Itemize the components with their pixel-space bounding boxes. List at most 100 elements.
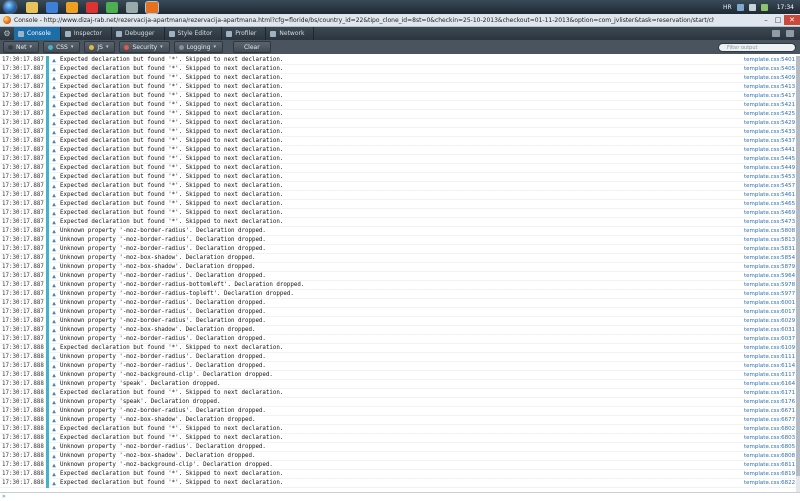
- source-link[interactable]: template.css:5421: [744, 102, 796, 108]
- source-link[interactable]: template.css:6803: [744, 435, 796, 441]
- tab-profiler[interactable]: Profiler: [222, 27, 267, 40]
- source-link[interactable]: template.css:5405: [744, 66, 796, 72]
- source-link[interactable]: template.css:5437: [744, 138, 796, 144]
- source-link[interactable]: template.css:5977: [744, 291, 796, 297]
- filter-css-button[interactable]: CSS ▾: [43, 41, 81, 53]
- filter-security-button[interactable]: Security ▾: [119, 41, 170, 53]
- source-link[interactable]: template.css:5879: [744, 264, 796, 270]
- console-input[interactable]: »: [0, 492, 800, 500]
- minimize-button[interactable]: –: [760, 15, 772, 25]
- source-link[interactable]: template.css:6805: [744, 444, 796, 450]
- settings-app-icon[interactable]: [126, 1, 138, 13]
- source-link[interactable]: template.css:6822: [744, 480, 796, 486]
- message-text: Unknown property '-moz-box-shadow'. Decl…: [60, 453, 256, 459]
- timestamp: 17:30:17.887: [2, 291, 44, 297]
- source-link[interactable]: template.css:6811: [744, 462, 796, 468]
- source-link[interactable]: template.css:6802: [744, 426, 796, 432]
- source-link[interactable]: template.css:6677: [744, 417, 796, 423]
- timestamp: 17:30:17.888: [2, 453, 44, 459]
- css-category-marker: [46, 442, 49, 452]
- filter-js-button[interactable]: JS ▾: [84, 41, 116, 53]
- start-button[interactable]: [4, 1, 16, 13]
- message-text: Unknown property '-moz-border-radius-top…: [60, 291, 294, 297]
- source-link[interactable]: template.css:6819: [744, 471, 796, 477]
- scrollbar-thumb[interactable]: [796, 56, 800, 476]
- toolbox-tabbar: ⚙ Console Inspector Debugger Style Editor Pr…: [0, 27, 800, 40]
- source-link[interactable]: template.css:5461: [744, 192, 796, 198]
- source-link[interactable]: template.css:6031: [744, 327, 796, 333]
- source-link[interactable]: template.css:6017: [744, 309, 796, 315]
- close-button[interactable]: ✕: [784, 15, 800, 25]
- filter-output-input[interactable]: Filter output: [718, 42, 796, 52]
- tab-debugger[interactable]: Debugger: [112, 27, 165, 40]
- source-link[interactable]: template.css:5808: [744, 228, 796, 234]
- clock[interactable]: 17:34: [777, 4, 794, 11]
- gear-icon[interactable]: ⚙: [0, 29, 14, 38]
- tab-console[interactable]: Console: [14, 27, 61, 40]
- console-row: 17:30:17.887 ▲ Unknown property '-moz-bord…: [0, 289, 796, 299]
- source-link[interactable]: template.css:5964: [744, 273, 796, 279]
- message-text: Unknown property '-moz-border-radius'. D…: [60, 363, 266, 369]
- clear-button[interactable]: Clear: [232, 41, 271, 53]
- source-link[interactable]: template.css:5457: [744, 183, 796, 189]
- explorer-app-icon[interactable]: [26, 1, 38, 13]
- source-link[interactable]: template.css:5469: [744, 210, 796, 216]
- files-app-icon[interactable]: [66, 1, 78, 13]
- source-link[interactable]: template.css:5813: [744, 237, 796, 243]
- network-icon[interactable]: [736, 3, 744, 11]
- source-link[interactable]: template.css:5445: [744, 156, 796, 162]
- tab-network[interactable]: Network: [266, 27, 315, 40]
- source-link[interactable]: template.css:6001: [744, 300, 796, 306]
- warning-icon: ▲: [52, 254, 56, 262]
- source-link[interactable]: template.css:6671: [744, 408, 796, 414]
- source-link[interactable]: template.css:6171: [744, 390, 796, 396]
- message-text: Expected declaration but found '*'. Skip…: [60, 471, 284, 477]
- maximize-button[interactable]: □: [772, 15, 784, 25]
- close-toolbox-icon[interactable]: [786, 30, 794, 37]
- source-link[interactable]: template.css:6808: [744, 453, 796, 459]
- source-link[interactable]: template.css:5453: [744, 174, 796, 180]
- filter-logging-button[interactable]: Logging ▾: [173, 41, 223, 53]
- firefox-app-icon[interactable]: [145, 0, 159, 14]
- source-link[interactable]: template.css:6164: [744, 381, 796, 387]
- console-row: 17:30:17.888 ▲ Expected declaration but fo…: [0, 469, 796, 479]
- tab-label: Console: [27, 30, 51, 37]
- css-category-marker: [46, 181, 49, 191]
- source-link[interactable]: template.css:6109: [744, 345, 796, 351]
- tab-style-editor[interactable]: Style Editor: [165, 27, 223, 40]
- source-link[interactable]: template.css:5429: [744, 120, 796, 126]
- source-link[interactable]: template.css:5465: [744, 201, 796, 207]
- source-link[interactable]: template.css:6114: [744, 363, 796, 369]
- source-link[interactable]: template.css:5413: [744, 84, 796, 90]
- message-text: Unknown property '-moz-box-shadow'. Decl…: [60, 255, 256, 261]
- message-text: Expected declaration but found '*'. Skip…: [60, 165, 284, 171]
- source-link[interactable]: template.css:5401: [744, 57, 796, 63]
- source-link[interactable]: template.css:5978: [744, 282, 796, 288]
- source-link[interactable]: template.css:5425: [744, 111, 796, 117]
- source-link[interactable]: template.css:5417: [744, 93, 796, 99]
- source-link[interactable]: template.css:6037: [744, 336, 796, 342]
- source-link[interactable]: template.css:6029: [744, 318, 796, 324]
- source-link[interactable]: template.css:5854: [744, 255, 796, 261]
- filter-label: JS: [97, 43, 103, 51]
- source-link[interactable]: template.css:5449: [744, 165, 796, 171]
- media-app-icon[interactable]: [46, 1, 58, 13]
- tab-inspector[interactable]: Inspector: [61, 27, 112, 40]
- dock-icon[interactable]: [772, 30, 780, 37]
- source-link[interactable]: template.css:6117: [744, 372, 796, 378]
- chevron-down-icon: ▾: [160, 44, 163, 50]
- battery-icon[interactable]: [760, 3, 768, 11]
- source-link[interactable]: template.css:5409: [744, 75, 796, 81]
- chrome-app-icon[interactable]: [106, 1, 118, 13]
- filter-net-button[interactable]: Net ▾: [3, 41, 40, 53]
- source-link[interactable]: template.css:5831: [744, 246, 796, 252]
- warning-icon: ▲: [52, 164, 56, 172]
- source-link[interactable]: template.css:5433: [744, 129, 796, 135]
- source-link[interactable]: template.css:5441: [744, 147, 796, 153]
- volume-icon[interactable]: [748, 3, 756, 11]
- source-link[interactable]: template.css:5473: [744, 219, 796, 225]
- source-link[interactable]: template.css:6176: [744, 399, 796, 405]
- opera-app-icon[interactable]: [86, 1, 98, 13]
- language-indicator[interactable]: HR: [723, 4, 732, 11]
- source-link[interactable]: template.css:6111: [744, 354, 796, 360]
